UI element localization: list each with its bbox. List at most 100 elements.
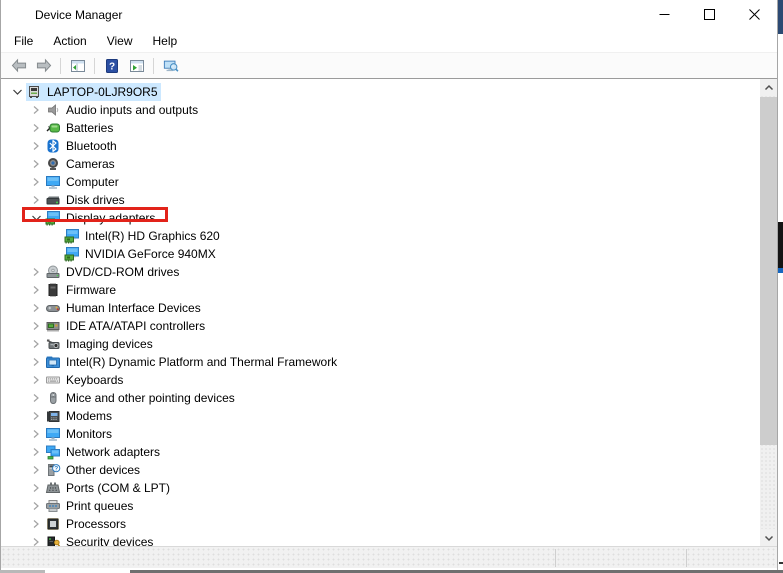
minimize-icon (657, 7, 673, 23)
tree-item-disk-drives[interactable]: Disk drives (1, 191, 760, 209)
back-button[interactable] (7, 55, 30, 77)
tree-item-content[interactable]: Batteries (45, 119, 116, 137)
tree-item-label: NVIDIA GeForce 940MX (85, 247, 216, 261)
help-button[interactable]: ? (100, 55, 123, 77)
tree-item-processors[interactable]: Processors (1, 515, 760, 533)
tree-item-content[interactable]: Cameras (45, 155, 118, 173)
tree-item-content[interactable]: Ports (COM & LPT) (45, 479, 173, 497)
chevron-down-icon[interactable] (7, 83, 26, 101)
display-adapter-icon (45, 210, 61, 226)
tree-item-content[interactable]: ? Other devices (45, 461, 143, 479)
close-button[interactable] (732, 0, 777, 29)
tree-item-content[interactable]: Processors (45, 515, 129, 533)
chevron-right-icon[interactable] (26, 191, 45, 209)
menu-item-help[interactable]: Help (143, 31, 188, 51)
tree-item-intel-r-hd-graphics-620[interactable]: Intel(R) HD Graphics 620 (1, 227, 760, 245)
chevron-right-icon[interactable] (26, 335, 45, 353)
tree-item-laptop-0ljr9or5[interactable]: LAPTOP-0LJR9OR5 (1, 83, 760, 101)
chevron-right-icon[interactable] (26, 533, 45, 546)
tree-item-content[interactable]: Disk drives (45, 191, 128, 209)
chevron-right-icon[interactable] (26, 425, 45, 443)
chevron-right-icon[interactable] (26, 119, 45, 137)
chevron-right-icon[interactable] (26, 407, 45, 425)
chevron-right-icon[interactable] (26, 497, 45, 515)
tree-item-content[interactable]: Intel(R) Dynamic Platform and Thermal Fr… (45, 353, 340, 371)
show-console-tree-button[interactable] (66, 55, 89, 77)
tree-item-content[interactable]: Bluetooth (45, 137, 120, 155)
scroll-up-button[interactable] (760, 79, 777, 96)
tree-item-content[interactable]: Firmware (45, 281, 119, 299)
tree-item-monitors[interactable]: Monitors (1, 425, 760, 443)
chevron-right-icon[interactable] (26, 353, 45, 371)
tree-item-other-devices[interactable]: ? Other devices (1, 461, 760, 479)
chevron-right-icon[interactable] (26, 479, 45, 497)
chevron-right-icon[interactable] (26, 443, 45, 461)
tree-item-content[interactable]: Human Interface Devices (45, 299, 204, 317)
menu-item-view[interactable]: View (97, 31, 143, 51)
chevron-right-icon[interactable] (26, 281, 45, 299)
tree-item-content[interactable]: Print queues (45, 497, 136, 515)
tree-item-label: Human Interface Devices (66, 301, 201, 315)
chevron-right-icon[interactable] (26, 317, 45, 335)
chevron-right-icon[interactable] (26, 263, 45, 281)
scrollbar-thumb[interactable] (760, 97, 777, 445)
tree-item-ide-ata-atapi-controllers[interactable]: IDE ATA/ATAPI controllers (1, 317, 760, 335)
tree-item-batteries[interactable]: Batteries (1, 119, 760, 137)
tree-item-computer[interactable]: Computer (1, 173, 760, 191)
tree-item-dvd-cd-rom-drives[interactable]: DVD/CD-ROM drives (1, 263, 760, 281)
display-adapter-icon (64, 228, 80, 244)
tree-item-print-queues[interactable]: Print queues (1, 497, 760, 515)
chevron-right-icon[interactable] (26, 389, 45, 407)
tree-item-content[interactable]: IDE ATA/ATAPI controllers (45, 317, 208, 335)
tree-item-network-adapters[interactable]: Network adapters (1, 443, 760, 461)
tree-item-modems[interactable]: Modems (1, 407, 760, 425)
tree-item-firmware[interactable]: Firmware (1, 281, 760, 299)
chevron-right-icon[interactable] (26, 461, 45, 479)
tree-item-content[interactable]: Network adapters (45, 443, 163, 461)
properties-button[interactable] (125, 55, 148, 77)
menu-item-action[interactable]: Action (43, 31, 96, 51)
scan-hardware-changes-button[interactable] (159, 55, 182, 77)
tree-item-content[interactable]: Audio inputs and outputs (45, 101, 201, 119)
scroll-down-button[interactable] (760, 529, 777, 546)
menu-item-file[interactable]: File (4, 31, 43, 51)
chevron-right-icon[interactable] (26, 137, 45, 155)
tree-item-label: Cameras (66, 157, 115, 171)
tree-item-content[interactable]: Security devices (45, 533, 156, 546)
tree-item-security-devices[interactable]: Security devices (1, 533, 760, 546)
tree-item-content[interactable]: Mice and other pointing devices (45, 389, 238, 407)
tree-item-keyboards[interactable]: Keyboards (1, 371, 760, 389)
tree-item-display-adapters[interactable]: Display adapters (1, 207, 760, 227)
forward-button[interactable] (32, 55, 55, 77)
tree-item-content[interactable]: NVIDIA GeForce 940MX (64, 245, 219, 263)
tree-item-content[interactable]: Intel(R) HD Graphics 620 (64, 227, 223, 245)
tree-item-bluetooth[interactable]: Bluetooth (1, 137, 760, 155)
tree-item-human-interface-devices[interactable]: Human Interface Devices (1, 299, 760, 317)
tree-item-ports-com-lpt[interactable]: Ports (COM & LPT) (1, 479, 760, 497)
tree-item-cameras[interactable]: Cameras (1, 155, 760, 173)
tree-item-content[interactable]: Display adapters (45, 209, 158, 227)
tree-item-intel-r-dynamic-platform-and-thermal-framework[interactable]: Intel(R) Dynamic Platform and Thermal Fr… (1, 353, 760, 371)
chevron-right-icon[interactable] (26, 101, 45, 119)
tree-item-nvidia-geforce-940mx[interactable]: NVIDIA GeForce 940MX (1, 245, 760, 263)
tree-item-content[interactable]: Computer (45, 173, 122, 191)
chevron-down-icon[interactable] (26, 209, 45, 227)
vertical-scrollbar[interactable] (760, 79, 777, 546)
tree-item-content[interactable]: Keyboards (45, 371, 126, 389)
audio-icon (45, 102, 61, 118)
chevron-right-icon[interactable] (26, 515, 45, 533)
minimize-button[interactable] (642, 0, 687, 29)
chevron-right-icon[interactable] (26, 299, 45, 317)
tree-item-content[interactable]: Monitors (45, 425, 115, 443)
tree-item-imaging-devices[interactable]: Imaging devices (1, 335, 760, 353)
chevron-right-icon[interactable] (26, 371, 45, 389)
tree-item-mice-and-other-pointing-devices[interactable]: Mice and other pointing devices (1, 389, 760, 407)
maximize-button[interactable] (687, 0, 732, 29)
tree-item-audio-inputs-and-outputs[interactable]: Audio inputs and outputs (1, 101, 760, 119)
selected-item-highlight[interactable]: LAPTOP-0LJR9OR5 (26, 83, 161, 101)
tree-item-content[interactable]: DVD/CD-ROM drives (45, 263, 182, 281)
chevron-right-icon[interactable] (26, 155, 45, 173)
tree-item-content[interactable]: Modems (45, 407, 115, 425)
tree-item-content[interactable]: Imaging devices (45, 335, 156, 353)
chevron-right-icon[interactable] (26, 173, 45, 191)
